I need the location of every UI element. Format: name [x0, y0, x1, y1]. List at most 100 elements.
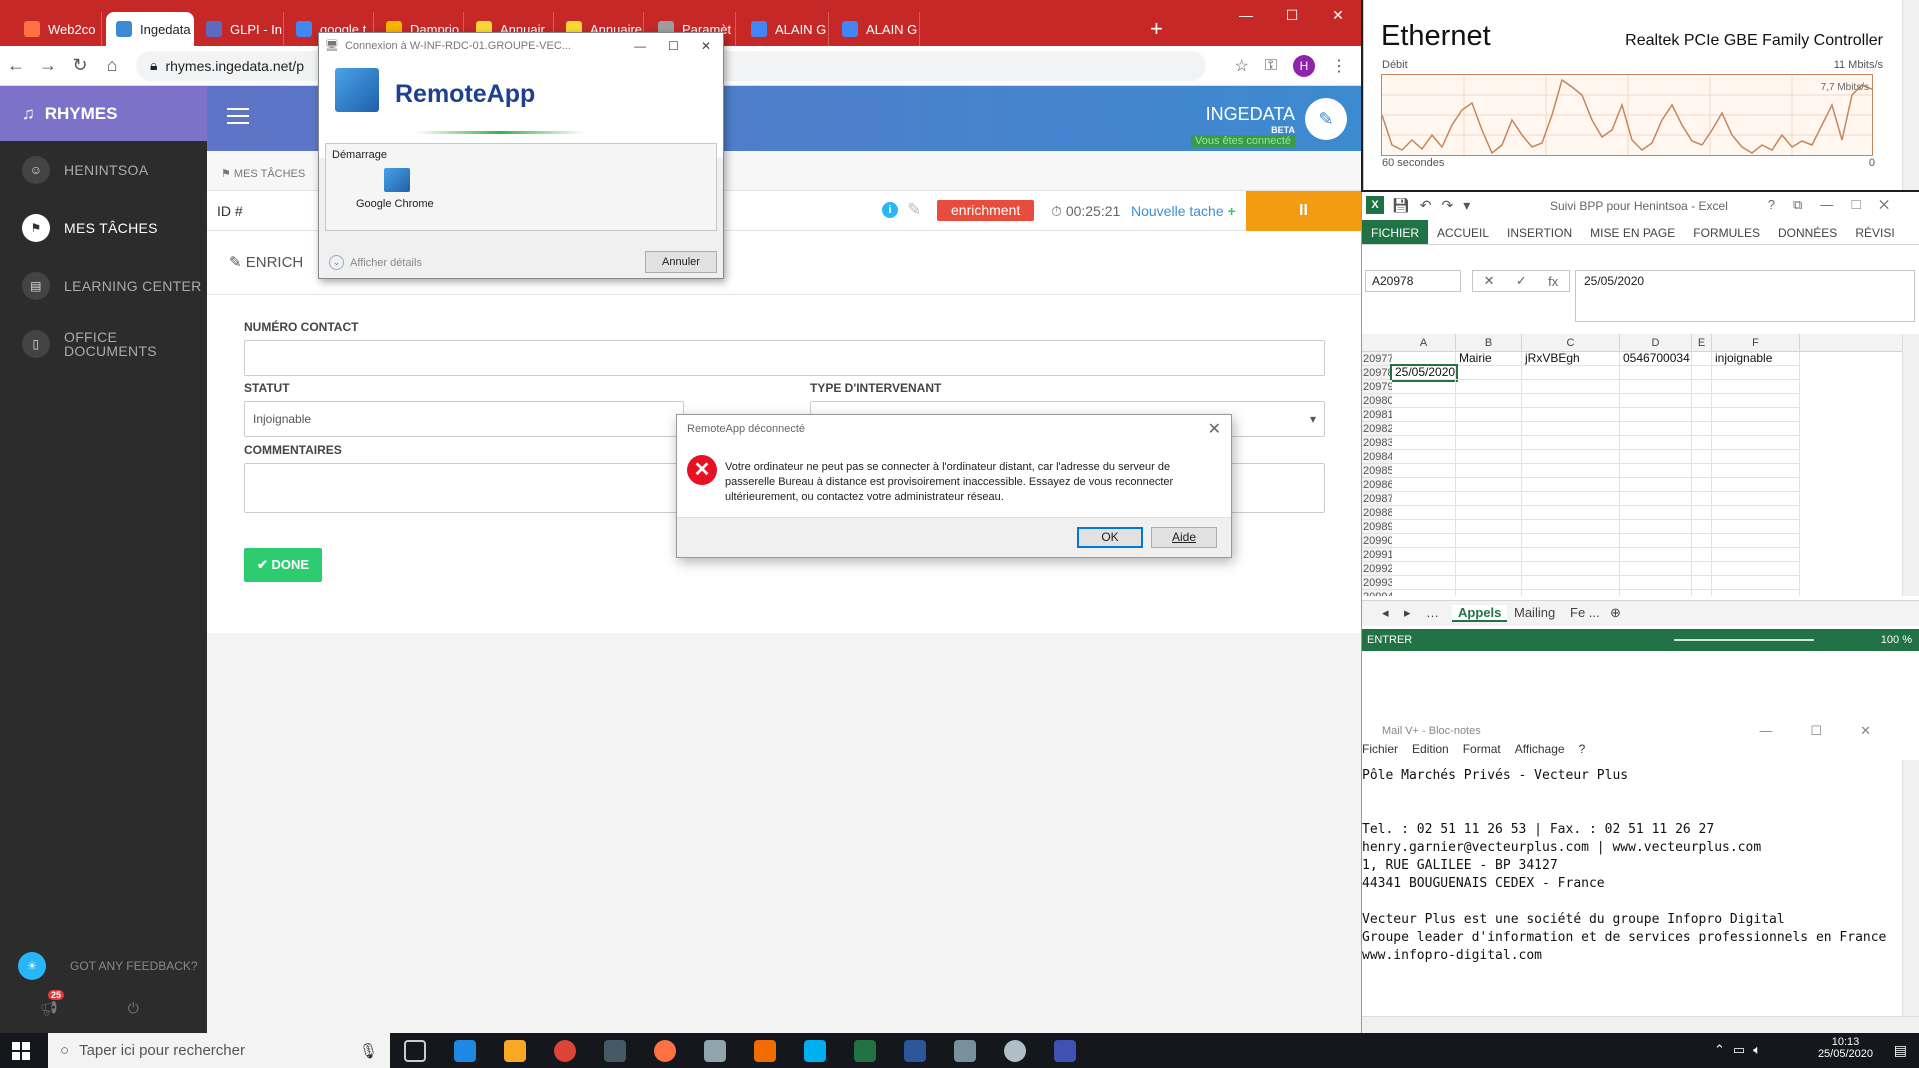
cell[interactable]: [1620, 520, 1692, 534]
edit-document-icon[interactable]: ✎: [907, 200, 921, 220]
column-header[interactable]: B: [1456, 334, 1522, 352]
cell[interactable]: jRxVBEgh: [1522, 352, 1620, 366]
cell[interactable]: [1692, 408, 1712, 422]
excel-window-controls[interactable]: ?⧉—☐✕: [1768, 197, 1907, 213]
cell[interactable]: [1456, 394, 1522, 408]
excel-taskbar-icon[interactable]: [854, 1040, 876, 1062]
cell[interactable]: [1620, 450, 1692, 464]
row-header[interactable]: 20977: [1362, 352, 1392, 366]
tab-close-icon[interactable]: ✕: [95, 21, 101, 38]
menu-item[interactable]: Format: [1463, 742, 1501, 760]
cell[interactable]: [1392, 408, 1456, 422]
close-icon[interactable]: ✕: [1315, 0, 1361, 30]
sheet-tab[interactable]: Appels: [1452, 605, 1508, 622]
cell[interactable]: [1712, 408, 1800, 422]
sidebar-item-office-documents[interactable]: ▯ OFFICE DOCUMENTS: [0, 315, 207, 373]
sidebar-item-mes-tâches[interactable]: ⚑ MES TÂCHES: [0, 199, 207, 257]
hamburger-icon[interactable]: [227, 108, 249, 129]
cell[interactable]: [1620, 534, 1692, 548]
cell[interactable]: [1620, 576, 1692, 590]
cell[interactable]: [1392, 590, 1456, 596]
menu-item[interactable]: Edition: [1412, 742, 1449, 760]
minimize-icon[interactable]: —: [1223, 0, 1269, 30]
firefox-icon[interactable]: [654, 1040, 676, 1062]
cell[interactable]: [1456, 450, 1522, 464]
row-header[interactable]: 20980: [1362, 394, 1392, 408]
chrome-icon[interactable]: [554, 1040, 576, 1062]
cell[interactable]: [1456, 492, 1522, 506]
cell[interactable]: [1456, 534, 1522, 548]
row-header[interactable]: 20985: [1362, 464, 1392, 478]
tab-3[interactable]: GLPI - In✕: [196, 12, 284, 46]
ribbon-tab[interactable]: RÉVISI: [1846, 220, 1903, 244]
ok-button[interactable]: OK: [1077, 527, 1143, 548]
cell[interactable]: [1392, 450, 1456, 464]
cell[interactable]: [1456, 408, 1522, 422]
file-explorer-icon[interactable]: [504, 1040, 526, 1062]
cell[interactable]: [1692, 436, 1712, 450]
name-box[interactable]: A20978: [1365, 270, 1461, 292]
cell[interactable]: [1692, 450, 1712, 464]
cell[interactable]: [1712, 562, 1800, 576]
cell[interactable]: [1522, 506, 1620, 520]
cell[interactable]: [1522, 548, 1620, 562]
cell[interactable]: [1620, 394, 1692, 408]
cell[interactable]: [1712, 534, 1800, 548]
cell[interactable]: [1712, 450, 1800, 464]
ribbon-tab[interactable]: FICHIER: [1362, 220, 1428, 244]
cell[interactable]: [1392, 478, 1456, 492]
menu-item[interactable]: Affichage: [1515, 742, 1565, 760]
remoteapp-taskbar-icon[interactable]: [1054, 1040, 1076, 1062]
feedback-link[interactable]: ☀ GOT ANY FEEDBACK?: [18, 952, 198, 980]
cell[interactable]: [1522, 422, 1620, 436]
row-header[interactable]: 20986: [1362, 478, 1392, 492]
cell[interactable]: [1692, 422, 1712, 436]
row-header[interactable]: 20991: [1362, 548, 1392, 562]
cell[interactable]: [1456, 380, 1522, 394]
cell[interactable]: [1712, 492, 1800, 506]
row-header[interactable]: 20994: [1362, 590, 1392, 596]
close-icon[interactable]: ✕: [1208, 419, 1221, 439]
notepad-text-area[interactable]: Pôle Marchés Privés - Vecteur Plus Tel. :…: [1362, 767, 1902, 965]
app-icon[interactable]: [704, 1040, 726, 1062]
reload-icon[interactable]: ↻: [64, 55, 96, 76]
cell[interactable]: [1522, 380, 1620, 394]
cell[interactable]: [1392, 352, 1456, 366]
cell[interactable]: [1692, 352, 1712, 366]
star-icon[interactable]: ☆: [1234, 56, 1248, 76]
cell[interactable]: [1392, 422, 1456, 436]
horizontal-scrollbar[interactable]: [1362, 1016, 1919, 1033]
tab-1[interactable]: Web2co✕: [14, 12, 102, 46]
zoom-slider[interactable]: [1674, 639, 1814, 641]
close-icon[interactable]: ✕: [701, 39, 711, 53]
minimize-icon[interactable]: —: [634, 39, 646, 53]
menu-item[interactable]: ?: [1579, 742, 1586, 760]
cell[interactable]: [1620, 548, 1692, 562]
cell[interactable]: [1712, 576, 1800, 590]
help-button[interactable]: Aide: [1151, 527, 1217, 548]
notepad-window-controls[interactable]: —☐✕: [1759, 723, 1909, 739]
column-header[interactable]: A: [1392, 334, 1456, 352]
cell[interactable]: [1712, 520, 1800, 534]
notifications-button[interactable]: 📢︎ 25: [40, 990, 65, 1017]
app-icon[interactable]: [1004, 1040, 1026, 1062]
microphone-icon[interactable]: 🎙︎: [359, 1042, 390, 1060]
vertical-scrollbar[interactable]: [1902, 760, 1919, 1016]
sidebar-item-learning-center[interactable]: ▤ LEARNING CENTER: [0, 257, 207, 315]
statut-select[interactable]: Injoignable: [244, 401, 684, 437]
cell[interactable]: [1692, 562, 1712, 576]
cell[interactable]: [1712, 436, 1800, 450]
show-details-toggle[interactable]: ⌄ Afficher détails: [329, 255, 422, 270]
cell[interactable]: [1522, 436, 1620, 450]
row-header[interactable]: 20984: [1362, 450, 1392, 464]
power-icon[interactable]: ⏻: [128, 1000, 139, 1017]
cell[interactable]: [1456, 422, 1522, 436]
cell[interactable]: [1522, 366, 1620, 380]
cell[interactable]: [1392, 394, 1456, 408]
cell[interactable]: [1712, 478, 1800, 492]
row-header[interactable]: 20992: [1362, 562, 1392, 576]
cell[interactable]: [1522, 478, 1620, 492]
ribbon-tab[interactable]: ACCUEIL: [1428, 220, 1498, 244]
cell[interactable]: [1620, 478, 1692, 492]
row-header[interactable]: 20989: [1362, 520, 1392, 534]
